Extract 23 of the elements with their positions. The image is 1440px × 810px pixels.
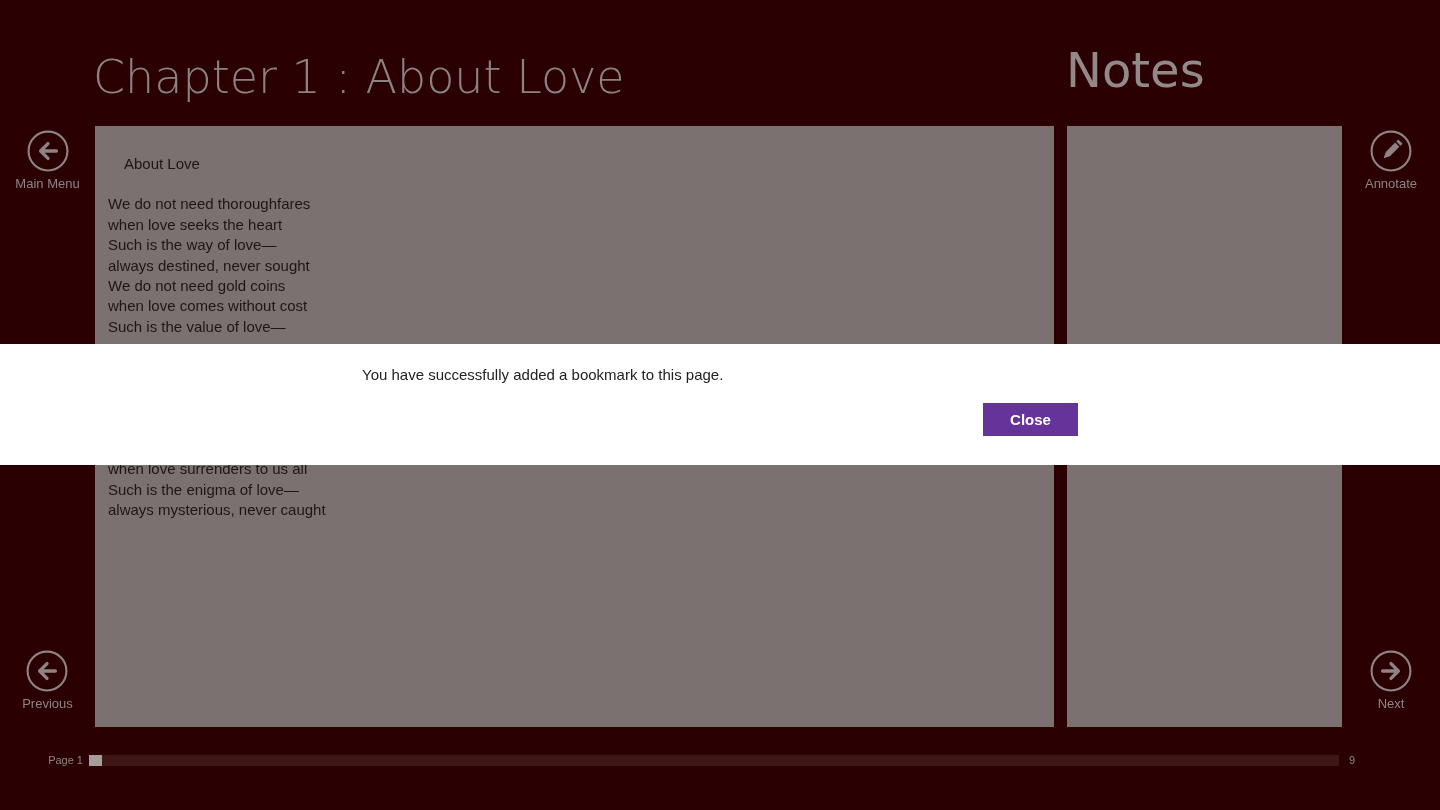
poem-line: always destined, never sought — [108, 255, 310, 276]
poem-line: Such is the way of love— — [108, 235, 277, 256]
nav-button[interactable]: Previous — [22, 650, 73, 711]
chapter-title: Chapter 1 : About Love — [93, 49, 626, 106]
annotate-button[interactable]: Annotate — [1364, 130, 1417, 191]
slider-thumb[interactable] — [89, 754, 102, 766]
pencil-icon — [1370, 130, 1412, 172]
notes-title: Notes — [1066, 41, 1205, 100]
page-heading: About Love — [124, 154, 201, 174]
page-slider[interactable] — [89, 754, 1339, 766]
poem-line: Such is the value of love— — [108, 316, 286, 337]
poem-line: when love comes without cost — [108, 296, 308, 317]
dialog-message: You have successfully added a bookmark to this page. — [362, 366, 725, 383]
poem-line: Such is the enigma of love— — [108, 479, 299, 500]
close-button[interactable]: Close — [983, 403, 1078, 436]
poem-line: always mysterious, never caught — [108, 500, 326, 521]
nav-button[interactable]: Main Menu — [15, 130, 80, 191]
nav-button[interactable]: Next — [1370, 650, 1412, 711]
poem-line: We do not need gold coins — [108, 276, 286, 297]
poem-line: when love seeks the heart — [108, 214, 283, 235]
page-label: Page 1 — [47, 754, 84, 766]
poem-line: We do not need thoroughfares — [108, 194, 311, 215]
page-count: 9 — [1349, 754, 1356, 766]
